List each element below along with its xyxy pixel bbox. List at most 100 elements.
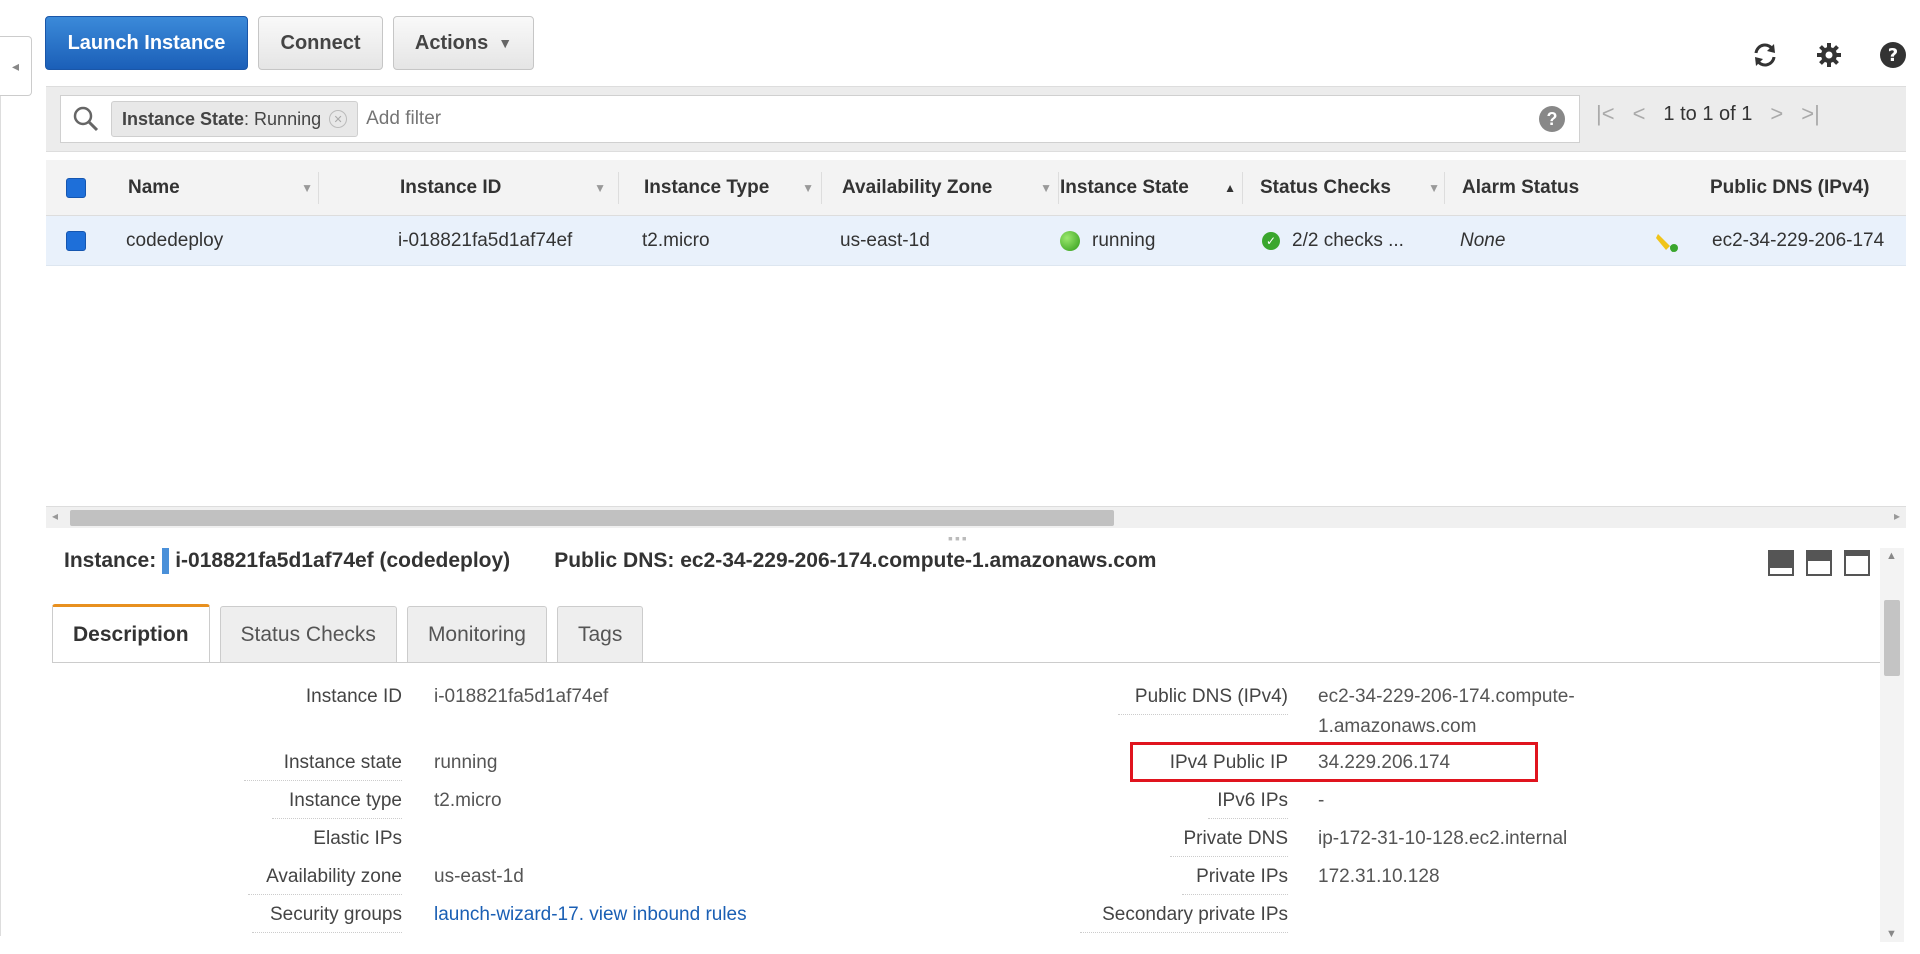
sort-icon: ▼ <box>594 180 606 195</box>
field-label: Availability zone <box>266 866 402 887</box>
next-page-icon[interactable]: > <box>1770 101 1783 127</box>
pane-resize-handle[interactable]: ▪▪▪ <box>948 530 969 546</box>
field-label: Public DNS (IPv4) <box>1134 686 1288 707</box>
field-value-continued: 1.amazonaws.com <box>1318 716 1477 737</box>
vertical-scrollbar[interactable]: ▲ ▼ <box>1880 548 1904 942</box>
help-icon[interactable]: ? <box>1878 40 1908 70</box>
refresh-icon[interactable] <box>1750 40 1780 70</box>
label-underline <box>1118 714 1288 715</box>
tab-description[interactable]: Description <box>52 604 210 662</box>
chevron-left-icon: ◂ <box>11 57 20 74</box>
field-label: Private DNS <box>1183 828 1288 849</box>
column-header-availability-zone[interactable]: Availability Zone ▼ <box>842 160 1052 215</box>
launch-instance-button[interactable]: Launch Instance <box>45 16 248 70</box>
column-label: Instance Type <box>644 176 770 198</box>
view-inbound-rules-link[interactable]: view inbound rules <box>589 904 746 925</box>
field-value: - <box>1318 790 1325 811</box>
scroll-up-icon[interactable]: ▲ <box>1886 550 1897 562</box>
link-separator: . <box>578 904 590 925</box>
column-label: Alarm Status <box>1462 176 1580 198</box>
column-label: Instance State <box>1060 176 1189 198</box>
collapse-sidebar-button[interactable]: ◂ <box>0 36 32 96</box>
sort-icon: ▼ <box>1428 180 1440 195</box>
filter-help-icon[interactable]: ? <box>1539 106 1565 132</box>
label-underline <box>244 780 402 781</box>
search-box: Instance State: Running ✕ ? <box>60 95 1580 143</box>
actions-label: Actions <box>414 31 489 54</box>
pane-minimize-icon[interactable] <box>1844 550 1870 576</box>
add-filter-input[interactable] <box>366 99 1539 139</box>
filter-chip-instance-state[interactable]: Instance State: Running ✕ <box>111 101 359 137</box>
field-value: 172.31.10.128 <box>1318 866 1440 887</box>
label-underline <box>272 818 402 819</box>
field-value: t2.micro <box>434 790 502 811</box>
detail-tabs: Description Status Checks Monitoring Tag… <box>52 604 644 662</box>
cell-availability-zone: us-east-1d <box>840 229 930 251</box>
create-alarm-icon[interactable] <box>1654 216 1680 265</box>
toolbar: Launch Instance Connect Actions ▼ <box>45 16 534 70</box>
security-group-link[interactable]: launch-wizard-17 <box>434 904 579 925</box>
last-page-icon[interactable]: >| <box>1801 101 1820 127</box>
cell-instance-state: running <box>1060 216 1155 265</box>
filter-chip-text: Instance State: Running <box>122 109 321 130</box>
field-label: Instance state <box>283 752 402 773</box>
chevron-down-icon: ▼ <box>498 35 513 51</box>
prev-page-icon[interactable]: < <box>1633 101 1646 127</box>
label-underline <box>252 932 402 933</box>
check-passed-icon: ✓ <box>1262 231 1280 250</box>
connect-button[interactable]: Connect <box>258 16 383 70</box>
cell-alarm-status: None <box>1460 229 1506 251</box>
public-dns-summary: Public DNS: ec2-34-229-206-174.compute-1… <box>554 549 1157 572</box>
column-header-status-checks[interactable]: Status Checks ▼ <box>1260 160 1440 215</box>
checkbox-icon <box>66 230 86 251</box>
column-header-alarm-status[interactable]: Alarm Status <box>1462 160 1579 215</box>
running-status-icon <box>1060 230 1080 251</box>
search-icon <box>61 106 111 132</box>
instance-value: i-018821fa5d1af74ef (codedeploy) <box>175 549 511 572</box>
sort-ascending-icon: ▲ <box>1224 180 1236 195</box>
cell-name: codedeploy <box>126 229 224 251</box>
scroll-down-icon[interactable]: ▼ <box>1886 928 1897 940</box>
column-header-instance-id[interactable]: Instance ID ▼ <box>400 160 606 215</box>
pane-split-icon[interactable] <box>1806 550 1832 576</box>
column-divider <box>1242 172 1243 204</box>
field-value: us-east-1d <box>434 866 524 887</box>
filter-chip-value: : Running <box>244 108 322 129</box>
column-divider <box>821 172 822 204</box>
table-row[interactable]: codedeploy i-018821fa5d1af74ef t2.micro … <box>46 216 1906 266</box>
remove-filter-icon[interactable]: ✕ <box>329 110 348 128</box>
filter-bar: Instance State: Running ✕ ? |< < 1 to 1 … <box>46 86 1906 152</box>
field-label: Secondary private IPs <box>1102 904 1288 925</box>
horizontal-scrollbar[interactable]: ◂ ▸ <box>46 506 1906 528</box>
tab-tags[interactable]: Tags <box>557 606 644 662</box>
scrollbar-thumb[interactable] <box>70 510 1114 526</box>
first-page-icon[interactable]: |< <box>1596 101 1615 127</box>
label-underline <box>1170 856 1288 857</box>
pagination-text: 1 to 1 of 1 <box>1663 102 1753 125</box>
column-header-instance-type[interactable]: Instance Type ▼ <box>644 160 814 215</box>
scrollbar-thumb[interactable] <box>1884 600 1900 676</box>
instance-marker <box>162 548 170 574</box>
column-header-public-dns[interactable]: Public DNS (IPv4) <box>1710 160 1869 215</box>
label-underline <box>248 894 402 895</box>
column-divider <box>318 172 319 204</box>
scroll-left-icon[interactable]: ◂ <box>52 509 58 523</box>
label-underline <box>1080 932 1288 933</box>
gear-icon[interactable] <box>1814 40 1844 70</box>
select-all-checkbox[interactable] <box>66 160 86 215</box>
scroll-right-icon[interactable]: ▸ <box>1894 509 1900 523</box>
actions-dropdown[interactable]: Actions ▼ <box>393 16 534 70</box>
cell-instance-type: t2.micro <box>642 229 710 251</box>
detail-header: Instance: i-018821fa5d1af74ef (codedeplo… <box>64 548 1156 574</box>
column-label: Status Checks <box>1260 176 1391 198</box>
column-divider <box>1444 172 1445 204</box>
tab-monitoring[interactable]: Monitoring <box>406 606 547 662</box>
column-header-name[interactable]: Name ▼ <box>128 160 313 215</box>
row-checkbox[interactable] <box>66 216 86 265</box>
column-header-instance-state[interactable]: Instance State ▲ <box>1060 160 1236 215</box>
tab-status-checks[interactable]: Status Checks <box>219 606 397 662</box>
top-right-icons: ? <box>1750 40 1908 70</box>
column-label: Availability Zone <box>842 176 993 198</box>
field-label: IPv6 IPs <box>1217 790 1288 811</box>
pane-maximize-icon[interactable] <box>1768 550 1794 576</box>
